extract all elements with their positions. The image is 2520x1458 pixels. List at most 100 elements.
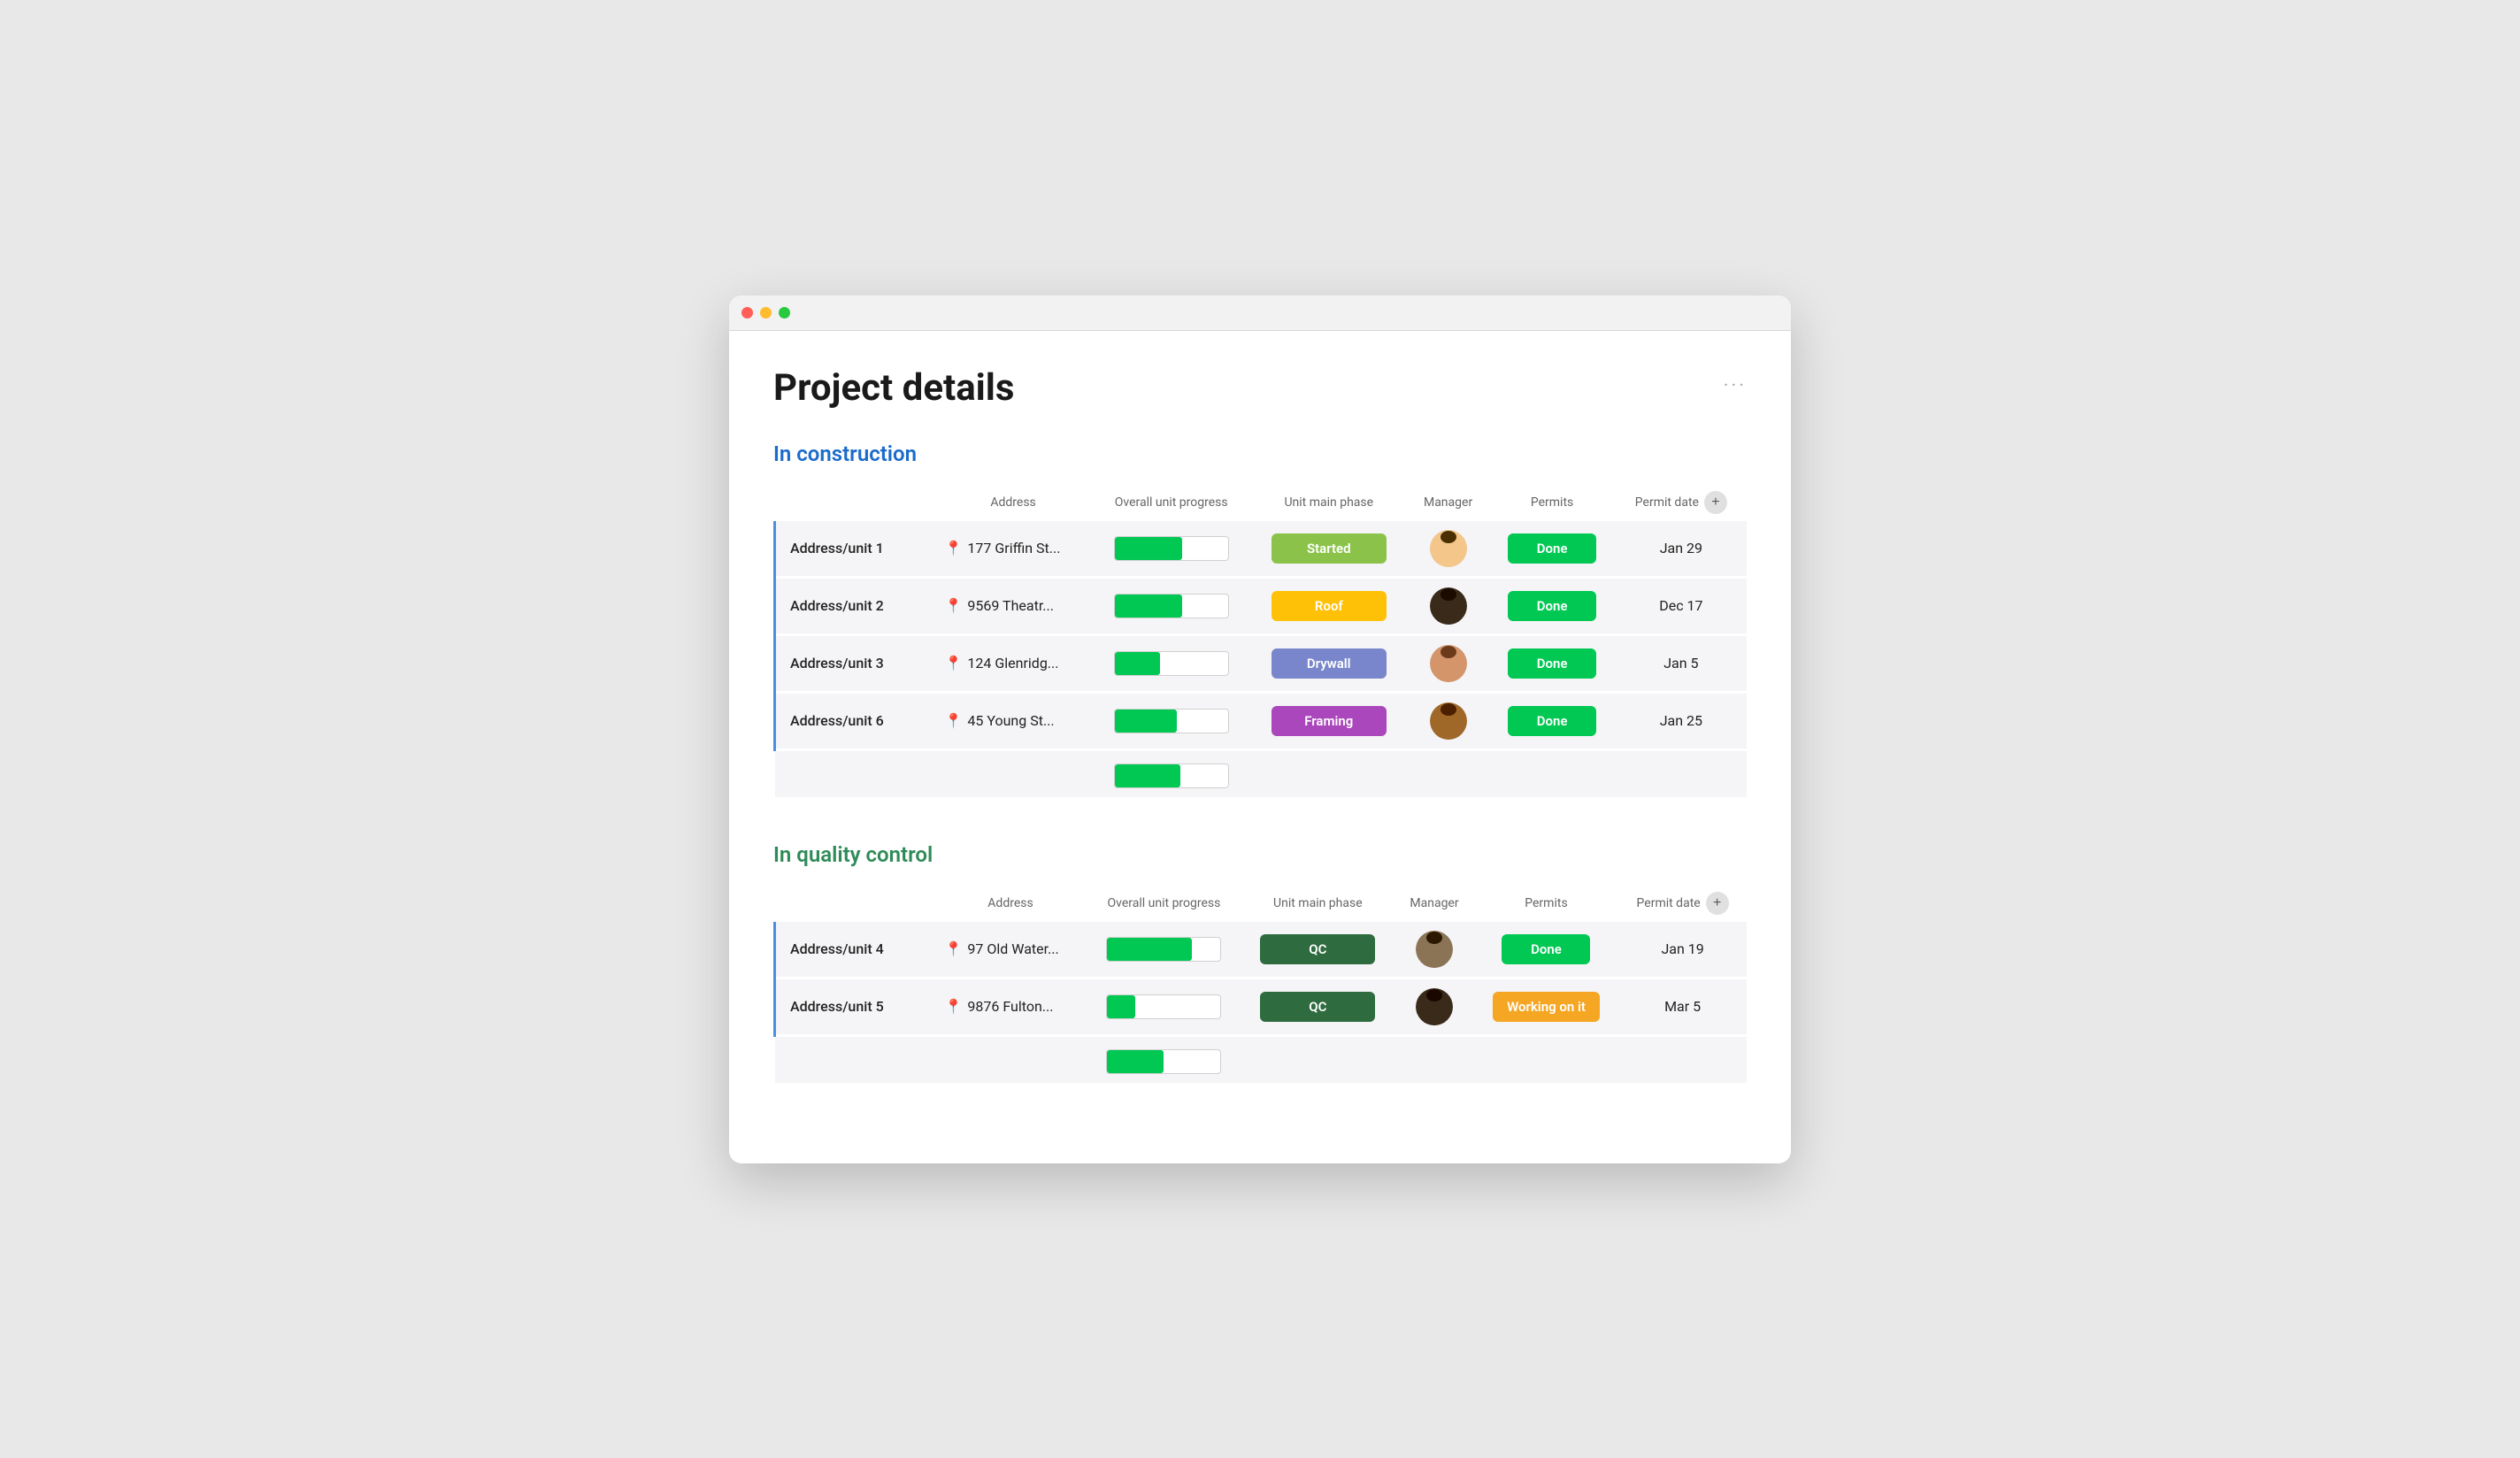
col-header-address: Address xyxy=(934,484,1093,521)
col-header-permit_date: Permit date+ xyxy=(1616,484,1747,521)
location-icon: 📍 xyxy=(945,597,963,614)
section-title-in-quality-control: In quality control xyxy=(773,842,1747,867)
window-content: Project details ··· In constructionAddre… xyxy=(729,331,1791,1163)
more-options-icon[interactable]: ··· xyxy=(1724,375,1747,397)
phase-cell[interactable]: Roof xyxy=(1250,577,1408,634)
phase-badge: Framing xyxy=(1272,706,1387,736)
manager-cell xyxy=(1394,922,1473,978)
progress-cell xyxy=(1093,577,1250,634)
permit-date-cell: Mar 5 xyxy=(1618,978,1747,1035)
table-row[interactable]: Address/unit 1📍177 Griffin St...Started … xyxy=(775,521,1748,578)
phase-cell[interactable]: QC xyxy=(1241,978,1394,1035)
unit-name-cell: Address/unit 2 xyxy=(775,577,934,634)
location-icon: 📍 xyxy=(945,940,963,957)
avatar xyxy=(1430,530,1467,567)
manager-cell xyxy=(1408,692,1489,749)
section-in-construction: In constructionAddressOverall unit progr… xyxy=(773,441,1747,800)
col-header-address: Address xyxy=(934,885,1087,922)
address-cell: 📍124 Glenridg... xyxy=(934,634,1093,692)
add-permit-date-button[interactable]: + xyxy=(1706,892,1729,915)
summary-progress-cell xyxy=(1087,1035,1241,1084)
permit-date-cell: Dec 17 xyxy=(1616,577,1747,634)
permit-date-cell: Jan 25 xyxy=(1616,692,1747,749)
table-row[interactable]: Address/unit 3📍124 Glenridg... Drywall Do… xyxy=(775,634,1748,692)
location-icon: 📍 xyxy=(945,655,963,671)
minimize-button[interactable] xyxy=(760,307,772,318)
manager-cell xyxy=(1408,521,1489,578)
table-row[interactable]: Address/unit 2📍9569 Theatr... Roof Done De… xyxy=(775,577,1748,634)
permit-cell[interactable]: Done xyxy=(1488,521,1615,578)
location-icon: 📍 xyxy=(945,998,963,1015)
col-header-permits: Permits xyxy=(1488,484,1615,521)
progress-cell xyxy=(1093,634,1250,692)
permit-cell[interactable]: Done xyxy=(1488,692,1615,749)
avatar xyxy=(1416,931,1453,968)
permit-cell[interactable]: Done xyxy=(1488,577,1615,634)
col-header-progress: Overall unit progress xyxy=(1093,484,1250,521)
section-in-quality-control: In quality control AddressOverall unit pr… xyxy=(773,842,1747,1086)
unit-name-cell: Address/unit 5 xyxy=(775,978,934,1035)
address-cell: 📍9569 Theatr... xyxy=(934,577,1093,634)
avatar xyxy=(1416,988,1453,1025)
col-header-phase: Unit main phase xyxy=(1241,885,1394,922)
location-icon: 📍 xyxy=(945,540,963,556)
phase-badge: Roof xyxy=(1272,591,1387,621)
col-header-manager: Manager xyxy=(1408,484,1489,521)
permit-badge: Done xyxy=(1508,591,1596,621)
add-permit-date-button[interactable]: + xyxy=(1704,491,1727,514)
col-header-phase: Unit main phase xyxy=(1250,484,1408,521)
unit-name-cell: Address/unit 6 xyxy=(775,692,934,749)
avatar xyxy=(1430,587,1467,625)
phase-badge: QC xyxy=(1260,992,1375,1022)
sections-container: In constructionAddressOverall unit progr… xyxy=(773,441,1747,1086)
close-button[interactable] xyxy=(741,307,753,318)
permit-badge: Done xyxy=(1508,648,1596,679)
col-header-permits: Permits xyxy=(1474,885,1619,922)
permit-badge: Done xyxy=(1508,533,1596,564)
permit-badge: Done xyxy=(1508,706,1596,736)
col-header-permit_date: Permit date+ xyxy=(1618,885,1747,922)
summary-row xyxy=(775,749,1748,798)
table-row[interactable]: Address/unit 6📍45 Young St... Framing Don… xyxy=(775,692,1748,749)
manager-cell xyxy=(1408,634,1489,692)
col-header-progress: Overall unit progress xyxy=(1087,885,1241,922)
permit-date-cell: Jan 19 xyxy=(1618,922,1747,978)
phase-badge: Started xyxy=(1272,533,1387,564)
address-cell: 📍97 Old Water... xyxy=(934,922,1087,978)
location-icon: 📍 xyxy=(945,712,963,729)
progress-cell xyxy=(1087,978,1241,1035)
phase-cell[interactable]: Drywall xyxy=(1250,634,1408,692)
permit-cell[interactable]: Done xyxy=(1488,634,1615,692)
table-row[interactable]: Address/unit 4📍97 Old Water...QC DoneJan… xyxy=(775,922,1748,978)
manager-cell xyxy=(1394,978,1473,1035)
page-title: Project details xyxy=(773,366,1015,410)
unit-name-cell: Address/unit 3 xyxy=(775,634,934,692)
maximize-button[interactable] xyxy=(779,307,790,318)
phase-cell[interactable]: QC xyxy=(1241,922,1394,978)
progress-cell xyxy=(1087,922,1241,978)
phase-cell[interactable]: Framing xyxy=(1250,692,1408,749)
col-header-manager: Manager xyxy=(1394,885,1473,922)
permit-cell[interactable]: Working on it xyxy=(1474,978,1619,1035)
permit-cell[interactable]: Done xyxy=(1474,922,1619,978)
manager-cell xyxy=(1408,577,1489,634)
summary-progress-cell xyxy=(1093,749,1250,798)
title-bar xyxy=(729,295,1791,331)
permit-badge: Working on it xyxy=(1493,992,1600,1022)
unit-name-cell: Address/unit 1 xyxy=(775,521,934,578)
table-row[interactable]: Address/unit 5📍9876 Fulton... QC Working … xyxy=(775,978,1748,1035)
page-header: Project details ··· xyxy=(773,366,1747,410)
avatar xyxy=(1430,645,1467,682)
table-in-quality-control: AddressOverall unit progressUnit main ph… xyxy=(773,885,1747,1086)
summary-row xyxy=(775,1035,1748,1084)
address-cell: 📍9876 Fulton... xyxy=(934,978,1087,1035)
progress-cell xyxy=(1093,521,1250,578)
permit-date-cell: Jan 5 xyxy=(1616,634,1747,692)
phase-cell[interactable]: Started xyxy=(1250,521,1408,578)
permit-date-cell: Jan 29 xyxy=(1616,521,1747,578)
permit-badge: Done xyxy=(1502,934,1590,964)
table-in-construction: AddressOverall unit progressUnit main ph… xyxy=(773,484,1747,800)
phase-badge: QC xyxy=(1260,934,1375,964)
avatar xyxy=(1430,702,1467,740)
address-cell: 📍45 Young St... xyxy=(934,692,1093,749)
